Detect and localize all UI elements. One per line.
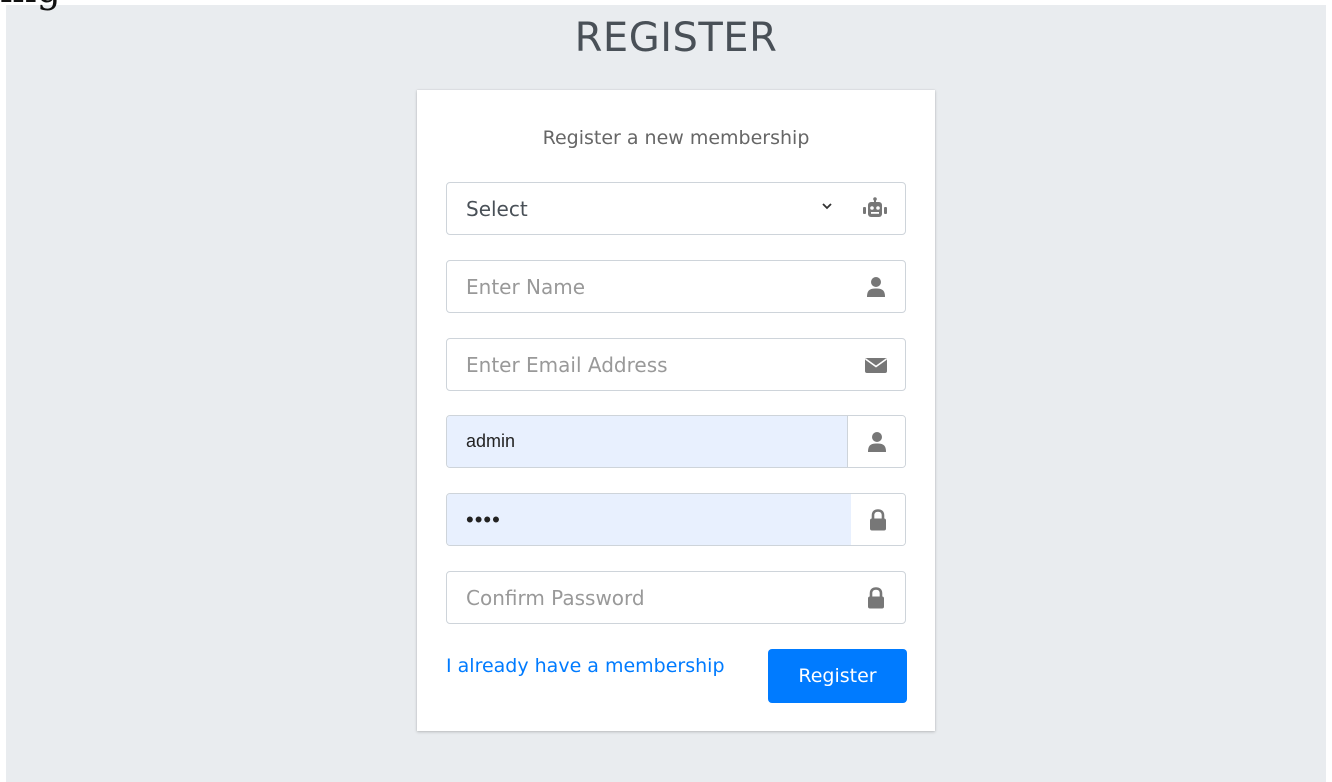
username-addon (847, 416, 905, 467)
robot-icon (863, 196, 887, 217)
page-title: REGISTER (574, 15, 778, 61)
user-icon (867, 276, 885, 297)
login-link[interactable]: I already have a membership (446, 655, 725, 677)
envelope-icon (865, 357, 887, 373)
clipped-heading: ing (0, 0, 61, 8)
password-value: •••• (447, 494, 853, 545)
username-value: admin (447, 416, 849, 467)
role-addon (845, 183, 905, 234)
card-subtitle: Register a new membership (542, 127, 810, 149)
name-addon (847, 261, 905, 312)
email-placeholder: Enter Email Address (466, 352, 668, 377)
email-addon (847, 339, 905, 390)
lock-icon (870, 508, 886, 530)
name-placeholder: Enter Name (466, 274, 586, 299)
role-select[interactable]: Select (446, 182, 906, 235)
register-card: Register a new membership Select Enter N… (417, 90, 935, 731)
confirm-password-field[interactable]: Confirm Password (446, 571, 906, 624)
password-field[interactable]: •••• (446, 493, 906, 546)
confirm-password-addon (847, 572, 905, 623)
user-icon (867, 431, 886, 452)
role-select-value: Select (466, 196, 528, 221)
confirm-password-placeholder: Confirm Password (466, 585, 645, 610)
username-field[interactable]: admin (446, 415, 906, 468)
email-field[interactable]: Enter Email Address (446, 338, 906, 391)
chevron-down-icon (822, 203, 832, 210)
lock-icon (868, 586, 884, 608)
name-field[interactable]: Enter Name (446, 260, 906, 313)
password-addon (851, 494, 905, 545)
register-button[interactable]: Register (768, 649, 907, 703)
